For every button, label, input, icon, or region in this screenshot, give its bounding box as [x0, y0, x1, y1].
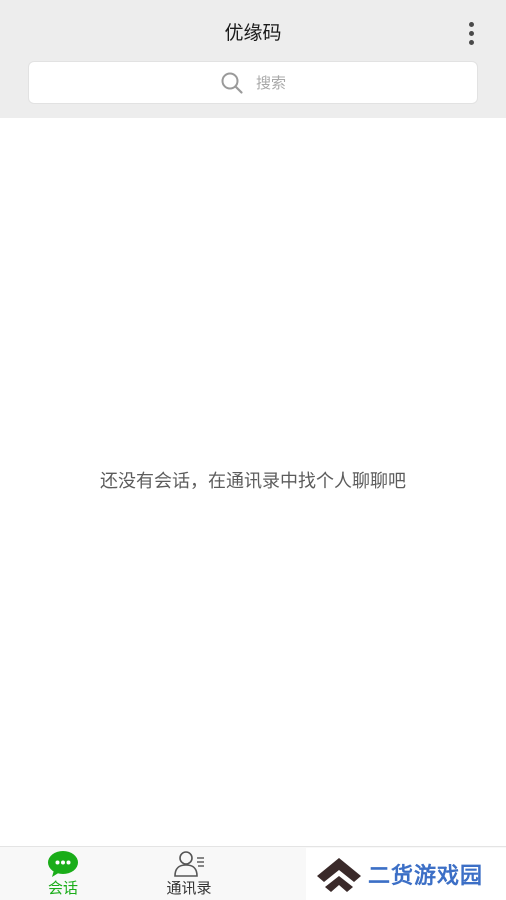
contacts-icon: [174, 851, 204, 877]
page-title: 优缘码: [224, 22, 282, 44]
more-options-button[interactable]: [456, 16, 486, 50]
search-bar[interactable]: 搜索: [28, 61, 478, 104]
double-chevron-logo-icon: [317, 858, 361, 892]
tab-label: 通讯录: [166, 879, 212, 897]
more-vertical-icon: [468, 21, 474, 27]
chat-bubble-icon: [48, 851, 78, 877]
top-bar: 优缘码 搜索: [0, 0, 506, 118]
tab-conversations[interactable]: 会话: [0, 847, 126, 900]
tab-label: 会话: [47, 879, 78, 897]
tab-contacts[interactable]: 通讯录: [126, 847, 252, 900]
search-icon: [221, 72, 243, 94]
search-placeholder: 搜索: [255, 74, 286, 92]
watermark-text: 二货游戏园: [368, 864, 484, 889]
watermark: 二货游戏园: [306, 848, 506, 900]
empty-state-message: 还没有会话，在通讯录中找个人聊聊吧: [100, 471, 406, 492]
